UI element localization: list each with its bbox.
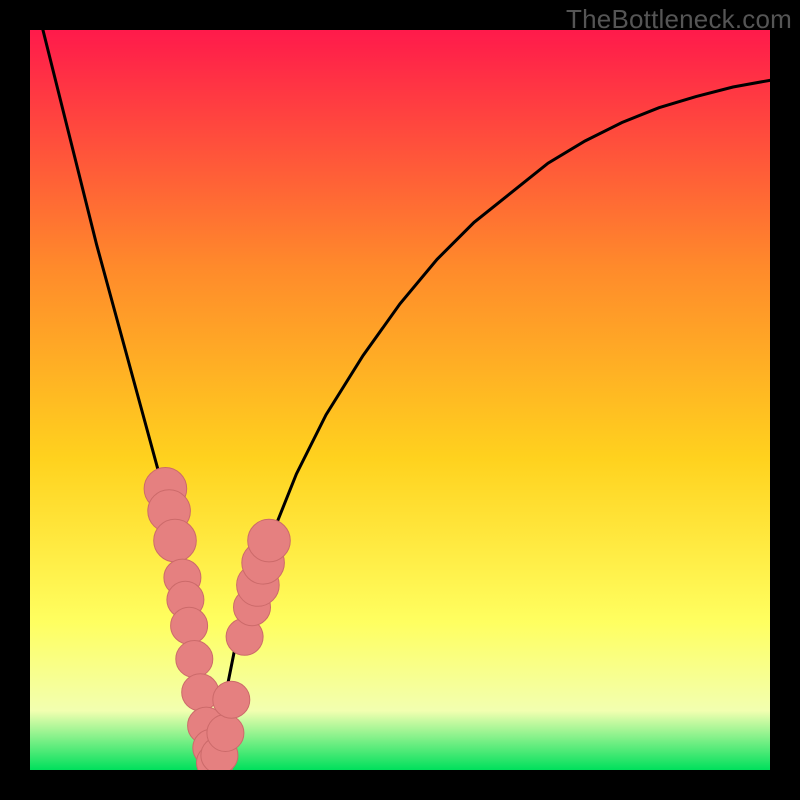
chart-svg <box>30 30 770 770</box>
watermark-text: TheBottleneck.com <box>566 4 792 35</box>
data-marker <box>207 715 244 752</box>
data-marker <box>154 519 197 562</box>
data-marker <box>213 681 250 718</box>
gradient-bg <box>30 30 770 770</box>
chart-frame: TheBottleneck.com <box>0 0 800 800</box>
data-marker <box>176 641 213 678</box>
plot-area <box>30 30 770 770</box>
data-marker <box>171 607 208 644</box>
data-marker <box>248 519 291 562</box>
